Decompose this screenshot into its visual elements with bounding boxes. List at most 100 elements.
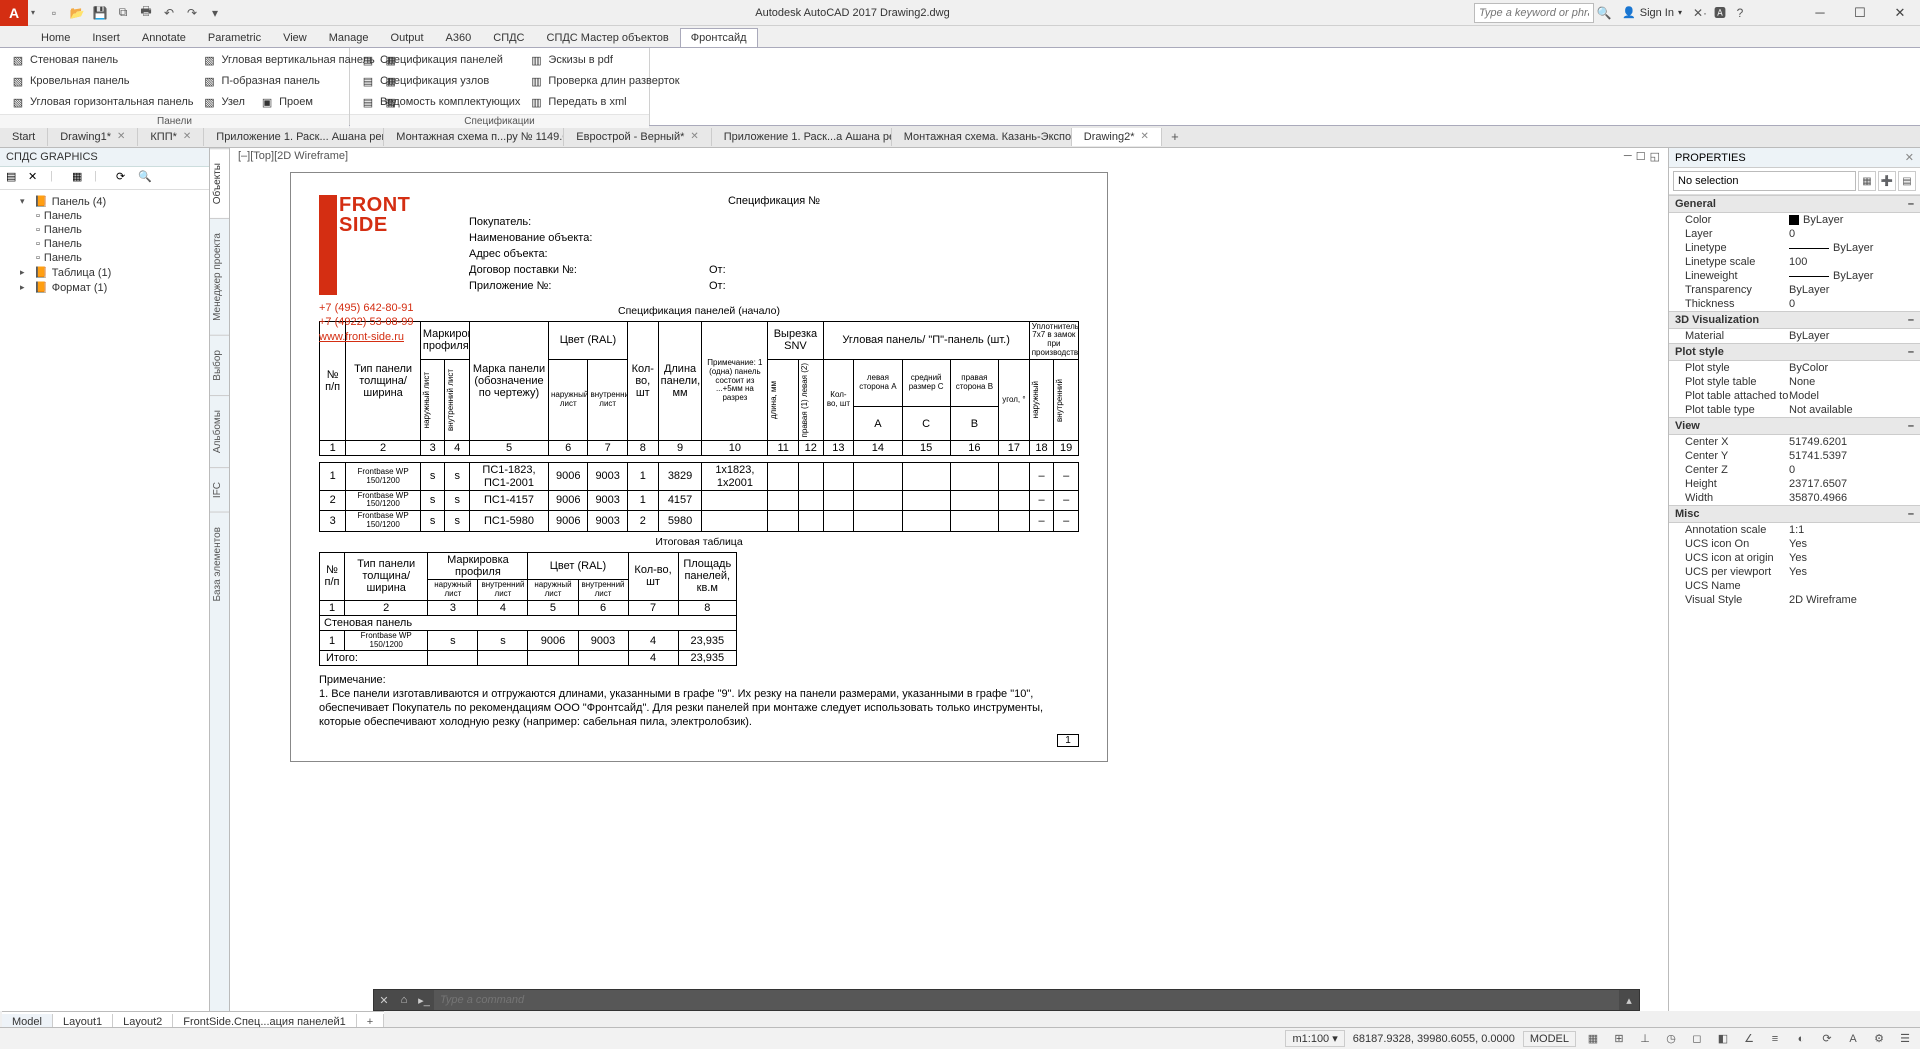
- document-tab[interactable]: Start: [0, 128, 48, 146]
- tree-node[interactable]: ▫Панель: [6, 251, 203, 265]
- view-min-icon[interactable]: ─: [1624, 150, 1632, 163]
- close-icon[interactable]: ✕: [28, 170, 44, 186]
- property-row[interactable]: Center X51749.6201: [1669, 435, 1920, 449]
- refresh-icon[interactable]: ⟳: [116, 170, 132, 186]
- document-tab[interactable]: Еврострой - Верный*✕: [564, 128, 711, 146]
- filter-icon[interactable]: ▤: [6, 170, 22, 186]
- help-icon[interactable]: ?: [1730, 3, 1750, 23]
- property-row[interactable]: UCS icon at originYes: [1669, 551, 1920, 565]
- saveas-icon[interactable]: ⧉: [113, 3, 133, 23]
- property-category[interactable]: Misc–: [1669, 505, 1920, 523]
- document-tab[interactable]: Монтажная схема. Казань-Экспо.Блок 7*✕: [892, 128, 1072, 146]
- ribbon-button[interactable]: ▤Спецификация узлов: [360, 71, 520, 91]
- tree-node[interactable]: ▾📙Панель (4): [6, 194, 203, 209]
- new-icon[interactable]: ▫: [44, 3, 64, 23]
- property-row[interactable]: Width35870.4966: [1669, 491, 1920, 505]
- status-more-icon[interactable]: ☰: [1896, 1032, 1914, 1045]
- maximize-button[interactable]: ☐: [1840, 0, 1880, 26]
- vertical-tab[interactable]: Выбор: [210, 335, 229, 395]
- polar-icon[interactable]: ◷: [1662, 1032, 1680, 1045]
- property-category[interactable]: General–: [1669, 195, 1920, 213]
- cycling-icon[interactable]: ⟳: [1818, 1032, 1836, 1045]
- ribbon-button[interactable]: ▧Узел ▣Проем: [201, 92, 374, 112]
- property-category[interactable]: Plot style–: [1669, 343, 1920, 361]
- save-icon[interactable]: 💾: [90, 3, 110, 23]
- tree-node[interactable]: ▫Панель: [6, 209, 203, 223]
- property-row[interactable]: Annotation scale1:1: [1669, 523, 1920, 537]
- tree-node[interactable]: ▫Панель: [6, 223, 203, 237]
- panel-close-icon[interactable]: ✕: [1905, 151, 1914, 164]
- property-row[interactable]: Height23717.6507: [1669, 477, 1920, 491]
- drawing-sheet[interactable]: FRONT SIDE +7 (495) 642-80-91 +7 (4922) …: [290, 172, 1108, 762]
- redo-icon[interactable]: ↷: [182, 3, 202, 23]
- undo-icon[interactable]: ↶: [159, 3, 179, 23]
- add-tab-button[interactable]: +: [1162, 129, 1188, 144]
- ribbon-button[interactable]: ▧Стеновая панель: [10, 50, 193, 70]
- property-row[interactable]: TransparencyByLayer: [1669, 283, 1920, 297]
- vertical-tab[interactable]: Альбомы: [210, 395, 229, 467]
- transparency-icon[interactable]: ◐: [1792, 1033, 1810, 1045]
- exchange-icon[interactable]: ✕·: [1690, 3, 1710, 23]
- property-row[interactable]: Plot styleByColor: [1669, 361, 1920, 375]
- snap-icon[interactable]: ⊞: [1610, 1032, 1628, 1045]
- ortho-icon[interactable]: ⊥: [1636, 1032, 1654, 1045]
- property-row[interactable]: Plot style tableNone: [1669, 375, 1920, 389]
- 3dosnap-icon[interactable]: ◧: [1714, 1032, 1732, 1045]
- ribbon-button[interactable]: ▥Передать в xml: [528, 92, 679, 112]
- app-menu-dropdown[interactable]: ▾: [28, 8, 38, 17]
- document-tab[interactable]: Drawing1*✕: [48, 128, 138, 146]
- property-row[interactable]: UCS per viewportYes: [1669, 565, 1920, 579]
- vertical-tab[interactable]: База элементов: [210, 512, 229, 616]
- ribbon-button[interactable]: ▥Проверка длин разверток: [528, 71, 679, 91]
- view-restore-icon[interactable]: ◱: [1650, 150, 1660, 163]
- property-row[interactable]: Layer0: [1669, 227, 1920, 241]
- command-input[interactable]: [434, 990, 1619, 1010]
- document-tab[interactable]: Монтажная схема п...ру № 1149.06-17-П*✕: [384, 128, 564, 146]
- select-objects-icon[interactable]: ➕: [1878, 171, 1896, 191]
- toggle-pick-icon[interactable]: ▤: [1898, 171, 1916, 191]
- menu-tab[interactable]: СПДС: [482, 28, 535, 47]
- lineweight-icon[interactable]: ≡: [1766, 1033, 1784, 1045]
- tab-close-icon[interactable]: ✕: [117, 131, 125, 142]
- workspace-icon[interactable]: ⚙: [1870, 1032, 1888, 1045]
- cmd-expand-icon[interactable]: ▴: [1619, 994, 1639, 1007]
- a360-icon[interactable]: 🅰: [1710, 3, 1730, 23]
- view-max-icon[interactable]: ☐: [1636, 150, 1646, 163]
- property-row[interactable]: UCS Name: [1669, 579, 1920, 593]
- zoom-icon[interactable]: 🔍: [138, 170, 154, 186]
- menu-tab[interactable]: Фронтсайд: [680, 28, 758, 47]
- command-line[interactable]: ✕ ⌂ ▸_ ▴: [373, 989, 1640, 1011]
- menu-tab[interactable]: Home: [30, 28, 81, 47]
- help-search-input[interactable]: [1474, 3, 1594, 23]
- vertical-tab[interactable]: IFC: [210, 467, 229, 512]
- osnap-icon[interactable]: ◻: [1688, 1032, 1706, 1045]
- close-button[interactable]: ✕: [1880, 0, 1920, 26]
- menu-tab[interactable]: Insert: [81, 28, 131, 47]
- tab-close-icon[interactable]: ✕: [690, 131, 698, 142]
- tab-close-icon[interactable]: ✕: [183, 131, 191, 142]
- model-space-button[interactable]: MODEL: [1523, 1031, 1576, 1047]
- search-icon[interactable]: 🔍: [1594, 3, 1614, 23]
- vertical-tab[interactable]: Объекты: [210, 148, 229, 218]
- property-row[interactable]: Plot table typeNot available: [1669, 403, 1920, 417]
- signin-button[interactable]: 👤 Sign In ▾: [1614, 6, 1690, 19]
- open-icon[interactable]: 📂: [67, 3, 87, 23]
- property-row[interactable]: Center Z0: [1669, 463, 1920, 477]
- property-category[interactable]: View–: [1669, 417, 1920, 435]
- property-row[interactable]: UCS icon OnYes: [1669, 537, 1920, 551]
- document-tab[interactable]: Приложение 1. Раск... Ашана ревизия 70*✕: [204, 128, 384, 146]
- property-row[interactable]: Lineweight ByLayer: [1669, 269, 1920, 283]
- property-row[interactable]: Visual Style2D Wireframe: [1669, 593, 1920, 607]
- property-row[interactable]: Plot table attached toModel: [1669, 389, 1920, 403]
- property-row[interactable]: Color ByLayer: [1669, 213, 1920, 227]
- cmd-close-icon[interactable]: ✕: [374, 994, 394, 1007]
- ribbon-button[interactable]: ▤Спецификация панелей: [360, 50, 520, 70]
- minimize-button[interactable]: ─: [1800, 0, 1840, 26]
- menu-tab[interactable]: Parametric: [197, 28, 272, 47]
- print-icon[interactable]: 🖶: [136, 3, 156, 23]
- annotation-icon[interactable]: A: [1844, 1033, 1862, 1045]
- tree-node[interactable]: ▸📙Таблица (1): [6, 265, 203, 280]
- ribbon-button[interactable]: ▧Кровельная панель: [10, 71, 193, 91]
- document-tab[interactable]: Приложение 1. Раск...а Ашана ревизия 7*✕: [712, 128, 892, 146]
- property-row[interactable]: Linetype ByLayer: [1669, 241, 1920, 255]
